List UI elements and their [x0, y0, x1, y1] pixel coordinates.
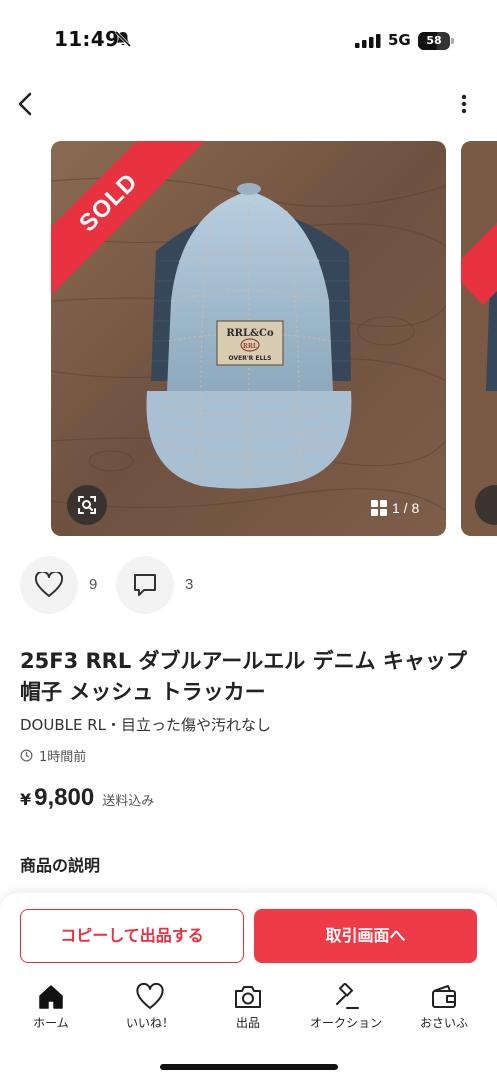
like-button[interactable]: [20, 556, 78, 614]
comment-icon: [134, 574, 156, 596]
clock-icon: [20, 749, 33, 762]
next-product-image[interactable]: SO: [461, 141, 497, 536]
posted-time: 1時間前: [20, 746, 86, 765]
bottom-panel: コピーして出品する 取引画面へ ホーム いいね！ 出品 オークション おさいふ: [0, 893, 497, 1080]
like-count: 9: [89, 576, 98, 593]
gavel-icon: [336, 983, 359, 1009]
copy-listing-button[interactable]: コピーして出品する: [20, 909, 244, 963]
comment-button[interactable]: [116, 556, 174, 614]
patch-text-top: RRL&Co: [226, 328, 274, 339]
heart-icon: [35, 572, 63, 597]
product-title: 25F3 RRL ダブルアールエル デニム キャップ 帽子 メッシュ トラッカー: [20, 649, 467, 704]
product-image-carousel[interactable]: RRL&Co RRL OVER'R ELLS SOLD 1 / 8: [51, 141, 446, 536]
comment-count: 3: [185, 576, 194, 593]
patch-text-mid: RRL: [243, 343, 258, 350]
price-value: 9,800: [34, 784, 95, 811]
description-heading: 商品の説明: [20, 856, 101, 875]
image-search-icon: [78, 496, 96, 514]
currency-symbol: ¥: [20, 790, 32, 809]
tab-wallet-label: おさいふ: [419, 1016, 468, 1030]
shipping-note: 送料込み: [102, 794, 155, 809]
signal-icon: [355, 34, 381, 48]
home-indicator: [160, 1064, 338, 1070]
status-time: 11:49: [54, 27, 120, 51]
bell-off-icon: [114, 30, 132, 48]
tab-likes[interactable]: いいね！: [102, 983, 198, 1039]
tab-sell-label: 出品: [235, 1016, 260, 1030]
price: ¥ 9,800 送料込み: [20, 784, 154, 812]
patch-text-bottom: OVER'R ELLS: [229, 355, 272, 362]
tab-likes-label: いいね！: [125, 1016, 174, 1030]
more-vertical-icon: [461, 94, 467, 114]
status-bar: 11:49 5G 58: [0, 0, 497, 72]
image-search-button[interactable]: [67, 485, 107, 525]
tab-home-label: ホーム: [33, 1016, 69, 1030]
camera-icon: [235, 986, 261, 1008]
product-subtitle: DOUBLE RL・目立った傷や汚れなし: [20, 716, 272, 734]
image-counter-text: 1 / 8: [392, 500, 420, 516]
tab-wallet[interactable]: おさいふ: [396, 983, 492, 1039]
chevron-left-icon: [18, 92, 32, 116]
battery-percent: 58: [426, 34, 442, 47]
home-icon: [39, 985, 63, 1009]
battery-icon: 58: [418, 32, 454, 50]
next-photo: [461, 141, 497, 536]
back-button[interactable]: [12, 88, 40, 120]
grid-icon: [371, 500, 387, 516]
trade-screen-button[interactable]: 取引画面へ: [254, 909, 477, 963]
image-counter: 1 / 8: [371, 497, 419, 519]
tab-home[interactable]: ホーム: [3, 983, 99, 1039]
network-type: 5G: [388, 31, 411, 49]
heart-icon: [136, 983, 164, 1009]
more-options-button[interactable]: [452, 92, 476, 116]
posted-time-text: 1時間前: [39, 750, 87, 765]
tab-sell[interactable]: 出品: [200, 983, 296, 1039]
tab-auction[interactable]: オークション: [298, 983, 394, 1039]
wallet-icon: [432, 985, 456, 1008]
tab-auction-label: オークション: [309, 1016, 382, 1030]
